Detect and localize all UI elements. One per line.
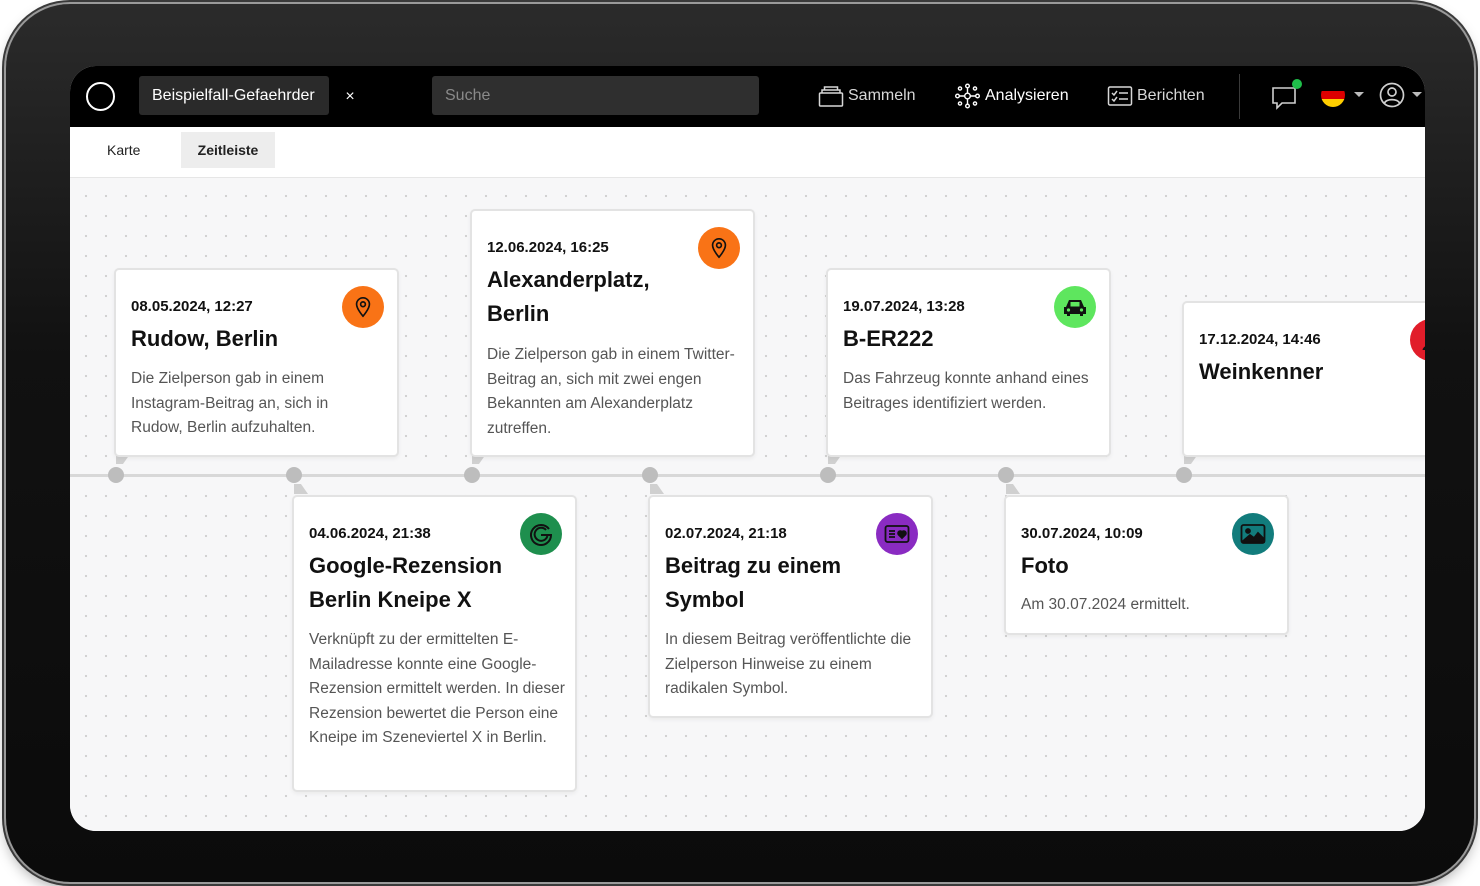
event-title: Weinkenner	[1199, 359, 1324, 384]
event-date: 19.07.2024, 13:28	[843, 298, 965, 315]
event-date: 12.06.2024, 16:25	[487, 239, 609, 256]
event-title: Foto	[1021, 553, 1069, 578]
timeline-node[interactable]	[108, 467, 124, 483]
car-icon	[1054, 286, 1096, 328]
tab-karte[interactable]: Karte	[91, 132, 156, 168]
timeline-axis	[70, 474, 1425, 477]
app-screen: Beispielfall-Gefaehrder × Sammeln	[70, 66, 1425, 831]
event-card[interactable]: 04.06.2024, 21:38 Google-Rezension Berli…	[292, 495, 577, 792]
analyze-icon	[955, 83, 981, 109]
event-date: 04.06.2024, 21:38	[309, 525, 431, 542]
event-card[interactable]: 17.12.2024, 14:46 Weinkenner	[1182, 301, 1425, 457]
event-title: Google-Rezension Berlin Kneipe X	[309, 553, 503, 612]
nav-divider	[1239, 74, 1240, 119]
top-navigation-bar: Beispielfall-Gefaehrder × Sammeln	[70, 66, 1425, 127]
search-input[interactable]	[432, 76, 759, 115]
post-symbol-icon	[876, 513, 918, 555]
user-dropdown-chevron-icon[interactable]	[1412, 92, 1422, 97]
nav-sammeln[interactable]: Sammeln	[818, 82, 916, 110]
timeline-node[interactable]	[642, 467, 658, 483]
location-pin-icon	[342, 286, 384, 328]
card-pointer	[294, 484, 308, 494]
card-pointer	[1006, 484, 1020, 494]
event-description: Am 30.07.2024 ermittelt.	[1021, 596, 1190, 613]
tab-zeitleiste[interactable]: Zeitleiste	[181, 132, 275, 168]
timeline-node[interactable]	[286, 467, 302, 483]
notification-dot	[1292, 79, 1302, 89]
event-date: 08.05.2024, 12:27	[131, 298, 253, 315]
card-pointer	[650, 484, 664, 494]
nav-analysieren[interactable]: Analysieren	[954, 82, 1069, 110]
timeline-node[interactable]	[464, 467, 480, 483]
event-date: 02.07.2024, 21:18	[665, 525, 787, 542]
tablet-frame: Beispielfall-Gefaehrder × Sammeln	[6, 4, 1474, 882]
nav-berichten-label: Berichten	[1137, 87, 1205, 104]
event-description: Die Zielperson gab in einem Twitter-Beit…	[487, 346, 735, 437]
timeline-canvas[interactable]: 08.05.2024, 12:27 Rudow, Berlin Die Ziel…	[70, 178, 1425, 831]
event-description: In diesem Beitrag veröffentlichte die Zi…	[665, 631, 912, 697]
nav-berichten[interactable]: Berichten	[1107, 82, 1205, 110]
event-title: Alexanderplatz, Berlin	[487, 267, 650, 326]
event-title: Rudow, Berlin	[131, 326, 279, 351]
nav-sammeln-label: Sammeln	[848, 87, 916, 104]
event-date: 30.07.2024, 10:09	[1021, 525, 1143, 542]
event-card[interactable]: 30.07.2024, 10:09 Foto Am 30.07.2024 erm…	[1004, 495, 1289, 635]
timeline-node[interactable]	[820, 467, 836, 483]
event-card[interactable]: 19.07.2024, 13:28 B-ER222 Das Fahrzeug k…	[826, 268, 1111, 457]
report-icon	[1107, 86, 1133, 106]
event-title: B-ER222	[843, 326, 934, 351]
app-logo-icon[interactable]	[86, 82, 115, 111]
collect-icon	[818, 86, 844, 107]
image-icon	[1232, 513, 1274, 555]
event-description: Verknüpft zu der ermittelten E-Mailadres…	[309, 631, 565, 746]
event-card[interactable]: 12.06.2024, 16:25 Alexanderplatz, Berlin…	[470, 209, 755, 457]
case-tab[interactable]: Beispielfall-Gefaehrder	[139, 76, 329, 115]
event-description: Die Zielperson gab in einem Instagram-Be…	[131, 370, 329, 436]
person-icon	[1410, 319, 1425, 361]
timeline-node[interactable]	[1176, 467, 1192, 483]
event-description: Das Fahrzeug konnte anhand eines Beitrag…	[843, 370, 1089, 412]
user-account-icon[interactable]	[1379, 82, 1405, 108]
event-card[interactable]: 08.05.2024, 12:27 Rudow, Berlin Die Ziel…	[114, 268, 399, 457]
event-title: Beitrag zu einem Symbol	[665, 553, 842, 612]
view-tabs: Karte Zeitleiste	[70, 127, 1425, 178]
event-card[interactable]: 02.07.2024, 21:18 Beitrag zu einem Symbo…	[648, 495, 933, 718]
language-dropdown-chevron-icon[interactable]	[1354, 92, 1364, 97]
google-icon	[520, 513, 562, 555]
close-case-tab-button[interactable]: ×	[342, 86, 358, 108]
nav-analysieren-label: Analysieren	[985, 87, 1069, 104]
location-pin-icon	[698, 227, 740, 269]
german-flag-icon[interactable]	[1321, 83, 1345, 107]
event-date: 17.12.2024, 14:46	[1199, 331, 1321, 348]
timeline-node[interactable]	[998, 467, 1014, 483]
